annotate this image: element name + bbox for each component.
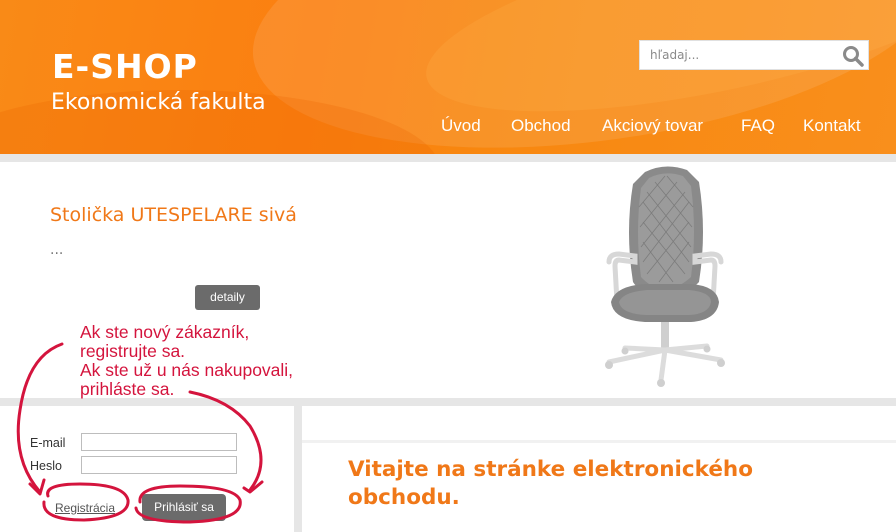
site-subtitle: Ekonomická fakulta [51,90,266,115]
main-content: Vitajte na stránke elektronického obchod… [302,406,896,532]
login-panel: E-mail Heslo Registrácia Prihlásiť sa [0,406,294,532]
nav-item-obchod[interactable]: Obchod [511,116,571,136]
annotation-line: registrujte sa. [80,341,186,361]
content-header-bar [302,406,896,443]
site-title[interactable]: E-SHOP [52,47,198,86]
password-field[interactable] [81,456,237,474]
search-button[interactable] [840,43,866,69]
nav-item-uvod[interactable]: Úvod [441,116,481,136]
password-label: Heslo [30,459,62,473]
product-title[interactable]: Stolička UTESPELARE sivá [50,204,297,226]
annotation-line: Ak ste už u nás nakupovali, [80,360,294,380]
register-link[interactable]: Registrácia [55,501,115,515]
page: E-SHOP Ekonomická fakulta Úvod Obchod Ak… [0,0,896,532]
nav-item-kontakt[interactable]: Kontakt [803,116,861,136]
welcome-heading: Vitajte na stránke elektronického obchod… [348,457,753,510]
login-button[interactable]: Prihlásiť sa [142,494,226,521]
nav-item-akciovy-tovar[interactable]: Akciový tovar [602,116,703,136]
search-icon [843,46,864,67]
nav-item-faq[interactable]: FAQ [741,116,775,136]
annotation-line: Ak ste nový zákazník, [80,322,250,342]
annotation-text: Ak ste nový zákazník, registrujte sa. Ak… [80,323,293,399]
product-image[interactable] [595,162,735,392]
email-field[interactable] [81,433,237,451]
site-header: E-SHOP Ekonomická fakulta Úvod Obchod Ak… [0,0,896,154]
search-box [639,40,869,70]
product-description: ... [50,242,64,258]
details-button[interactable]: detaily [195,285,260,310]
search-input[interactable] [640,41,836,69]
annotation-line: prihláste sa. [80,379,175,399]
email-label: E-mail [30,436,66,450]
